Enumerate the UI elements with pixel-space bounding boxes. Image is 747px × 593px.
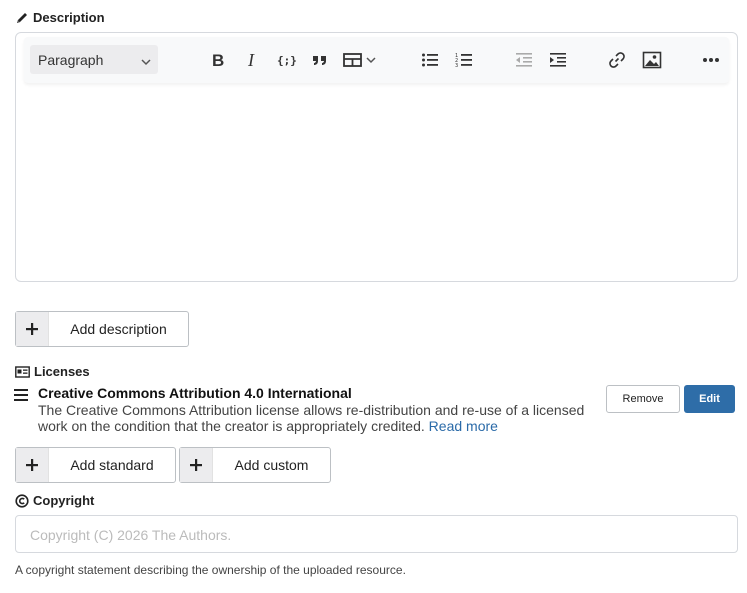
- add-standard-button[interactable]: Add standard: [15, 447, 176, 483]
- editor-content-area[interactable]: [24, 85, 729, 275]
- plus-icon: [16, 448, 49, 482]
- chevron-down-icon: [140, 54, 152, 70]
- drag-handle-icon[interactable]: [14, 388, 28, 406]
- italic-icon[interactable]: I: [239, 47, 265, 73]
- svg-text:B: B: [212, 52, 224, 68]
- license-title: Creative Commons Attribution 4.0 Interna…: [38, 385, 352, 401]
- description-label: Description: [15, 10, 105, 25]
- more-icon[interactable]: [698, 47, 724, 73]
- quote-icon[interactable]: [307, 47, 333, 73]
- edit-license-button[interactable]: Edit: [684, 385, 735, 413]
- license-description: The Creative Commons Attribution license…: [38, 402, 585, 434]
- table-icon[interactable]: [342, 47, 382, 73]
- editor-toolbar: Paragraph B I {;} 123: [24, 37, 729, 83]
- link-icon[interactable]: [604, 47, 630, 73]
- copyright-input[interactable]: Copyright (C) 2026 The Authors.: [15, 515, 738, 553]
- svg-text:I: I: [247, 52, 255, 68]
- copyright-label: Copyright: [15, 493, 94, 508]
- licenses-label: Licenses: [15, 364, 90, 379]
- copyright-helper-text: A copyright statement describing the own…: [15, 563, 406, 577]
- add-custom-button[interactable]: Add custom: [179, 447, 331, 483]
- bulleted-list-icon[interactable]: [417, 47, 443, 73]
- remove-license-button[interactable]: Remove: [606, 385, 680, 413]
- code-block-icon[interactable]: {;}: [273, 47, 299, 73]
- rich-text-editor: Paragraph B I {;} 123: [15, 32, 738, 282]
- image-icon[interactable]: [639, 47, 665, 73]
- svg-text:3: 3: [455, 63, 458, 68]
- add-description-button[interactable]: Add description: [15, 311, 189, 347]
- outdent-icon[interactable]: [511, 47, 537, 73]
- bold-icon[interactable]: B: [204, 47, 230, 73]
- copyright-icon: [15, 493, 29, 508]
- plus-icon: [16, 312, 49, 346]
- read-more-link[interactable]: Read more: [429, 418, 498, 434]
- svg-text:{;}: {;}: [277, 54, 296, 67]
- pencil-icon: [15, 11, 29, 25]
- numbered-list-icon[interactable]: 123: [451, 47, 477, 73]
- id-card-icon: [15, 365, 30, 378]
- paragraph-format-select[interactable]: Paragraph: [30, 45, 158, 74]
- indent-icon[interactable]: [545, 47, 571, 73]
- plus-icon: [180, 448, 213, 482]
